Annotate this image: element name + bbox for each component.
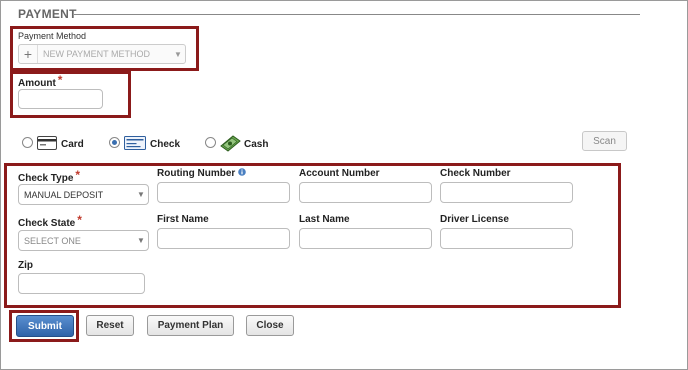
routing-number-input[interactable] [157, 182, 290, 203]
chevron-down-icon: ▼ [137, 236, 145, 245]
radio-cash[interactable] [205, 137, 216, 148]
payment-method-label: Payment Method [18, 31, 87, 41]
check-number-label: Check Number [440, 168, 511, 179]
last-name-label: Last Name [299, 214, 350, 225]
check-label: Check [150, 139, 181, 150]
check-state-label: Check State * [18, 213, 82, 229]
check-state-select[interactable]: SELECT ONE ▼ [18, 230, 149, 251]
amount-input[interactable] [18, 89, 103, 109]
cash-label: Cash [244, 139, 269, 150]
zip-input[interactable] [18, 273, 145, 294]
radio-card[interactable] [22, 137, 33, 148]
check-type-label: Check Type * [18, 168, 81, 184]
account-number-input[interactable] [299, 182, 432, 203]
radio-check[interactable] [109, 137, 120, 148]
check-type-value: MANUAL DEPOSIT [24, 189, 104, 200]
reset-button[interactable]: Reset [86, 315, 134, 336]
section-title: PAYMENT [18, 7, 77, 21]
payment-plan-button[interactable]: Payment Plan [147, 315, 234, 336]
scan-button[interactable]: Scan [582, 131, 627, 151]
first-name-input[interactable] [157, 228, 290, 249]
check-type-select[interactable]: MANUAL DEPOSIT ▼ [18, 184, 149, 205]
zip-label: Zip [18, 260, 33, 271]
cash-icon [219, 134, 241, 157]
required-mark: * [57, 73, 63, 87]
account-number-label: Account Number [299, 168, 380, 179]
check-state-value: SELECT ONE [24, 235, 81, 246]
payment-method-select[interactable]: + NEW PAYMENT METHOD ▼ [18, 44, 186, 64]
info-icon[interactable] [238, 168, 246, 176]
close-button[interactable]: Close [246, 315, 294, 336]
plus-icon: + [19, 45, 38, 63]
required-mark: * [75, 168, 81, 182]
check-icon [124, 136, 146, 155]
check-number-input[interactable] [440, 182, 573, 203]
first-name-label: First Name [157, 214, 209, 225]
driver-license-label: Driver License [440, 214, 509, 225]
section-divider [74, 14, 640, 15]
submit-button[interactable]: Submit [16, 315, 74, 337]
chevron-down-icon: ▼ [137, 190, 145, 199]
routing-number-label: Routing Number [157, 168, 246, 179]
driver-license-input[interactable] [440, 228, 573, 249]
payment-method-placeholder: NEW PAYMENT METHOD [43, 49, 151, 59]
amount-label: Amount * [18, 73, 63, 89]
required-mark: * [77, 213, 82, 227]
card-icon [37, 136, 57, 155]
card-label: Card [61, 139, 84, 150]
last-name-input[interactable] [299, 228, 432, 249]
chevron-down-icon: ▼ [174, 49, 182, 59]
